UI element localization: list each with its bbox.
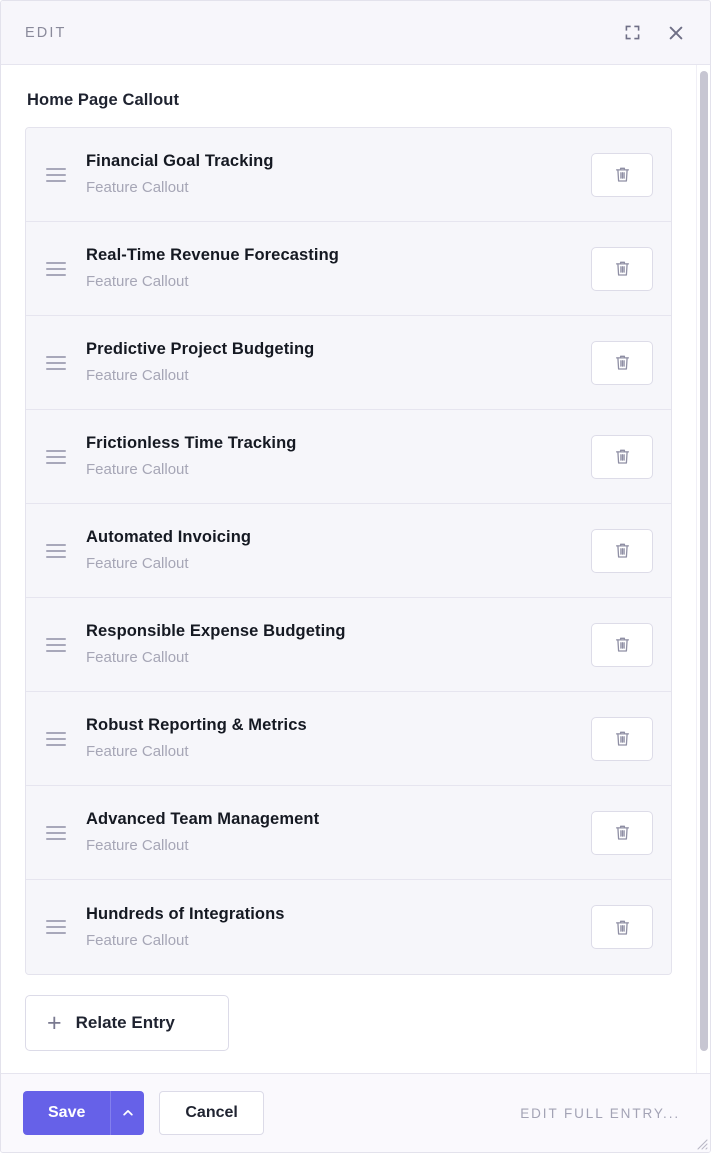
related-entry-title: Hundreds of Integrations <box>86 904 285 923</box>
related-entry-text: Robust Reporting & Metrics Feature Callou… <box>70 715 591 762</box>
related-entry-title: Automated Invoicing <box>86 528 252 547</box>
related-entry-row[interactable]: Real-Time Revenue Forecasting Feature Cal… <box>26 222 671 316</box>
drag-handle-icon[interactable] <box>42 637 70 652</box>
related-entry-subtitle: Feature Callout <box>86 461 189 479</box>
drag-handle-icon[interactable] <box>42 731 70 746</box>
related-entry-text: Advanced Team Management Feature Callout <box>70 809 591 856</box>
related-entry-text: Automated Invoicing Feature Callout <box>70 527 591 574</box>
drag-handle-icon[interactable] <box>42 355 70 370</box>
panel-body: Home Page Callout Financial Goal Trackin… <box>1 65 710 1074</box>
drag-handle-icon[interactable] <box>42 449 70 464</box>
delete-entry-button[interactable] <box>591 152 653 197</box>
vertical-scrollbar[interactable] <box>696 65 710 1073</box>
related-entry-text: Financial Goal Tracking Feature Callout <box>70 151 591 198</box>
delete-entry-button[interactable] <box>591 810 653 855</box>
trash-icon <box>615 637 629 652</box>
related-entry-row[interactable]: Advanced Team Management Feature Callout <box>26 786 671 880</box>
delete-entry-button[interactable] <box>591 905 653 949</box>
field-label: Home Page Callout <box>27 91 180 109</box>
related-entry-text: Frictionless Time Tracking Feature Callou… <box>70 433 591 480</box>
related-entry-row[interactable]: Robust Reporting & Metrics Feature Callou… <box>26 692 671 786</box>
related-entry-subtitle: Feature Callout <box>86 743 189 761</box>
related-entry-subtitle: Feature Callout <box>86 367 189 385</box>
related-entry-subtitle: Feature Callout <box>86 931 189 949</box>
related-entry-title: Financial Goal Tracking <box>86 152 274 171</box>
relate-entry-button[interactable]: + Relate Entry <box>25 995 229 1051</box>
related-entry-title: Responsible Expense Budgeting <box>86 622 346 641</box>
relate-entry-label: Relate Entry <box>75 1013 175 1032</box>
drag-handle-icon[interactable] <box>42 261 70 276</box>
resize-grip-icon[interactable] <box>692 1134 708 1150</box>
related-entry-title: Robust Reporting & Metrics <box>86 716 307 735</box>
trash-icon <box>615 825 629 840</box>
related-entry-text: Predictive Project Budgeting Feature Call… <box>70 339 591 386</box>
related-entry-title: Frictionless Time Tracking <box>86 434 297 453</box>
save-button[interactable]: Save <box>23 1091 111 1135</box>
drag-handle-icon[interactable] <box>42 825 70 840</box>
delete-entry-button[interactable] <box>591 340 653 385</box>
related-entry-subtitle: Feature Callout <box>86 179 189 197</box>
related-entry-subtitle: Feature Callout <box>86 273 189 291</box>
close-icon[interactable] <box>663 20 689 46</box>
trash-icon <box>615 355 629 370</box>
scrollbar-thumb[interactable] <box>700 71 708 1051</box>
panel-footer: Save Cancel EDIT FULL ENTRY... <box>1 1074 710 1152</box>
trash-icon <box>615 543 629 558</box>
related-entry-subtitle: Feature Callout <box>86 649 189 667</box>
edit-panel: EDIT Home Page Callout Financial Goal Tr… <box>0 0 711 1153</box>
delete-entry-button[interactable] <box>591 434 653 479</box>
trash-icon <box>615 731 629 746</box>
plus-icon: + <box>47 1008 62 1037</box>
delete-entry-button[interactable] <box>591 246 653 291</box>
related-entry-title: Real-Time Revenue Forecasting <box>86 246 339 265</box>
panel-title: EDIT <box>25 24 67 41</box>
related-entry-row[interactable]: Hundreds of Integrations Feature Callout <box>26 880 671 974</box>
related-entry-subtitle: Feature Callout <box>86 837 189 855</box>
related-entry-row[interactable]: Frictionless Time Tracking Feature Callou… <box>26 410 671 504</box>
related-entry-subtitle: Feature Callout <box>86 555 189 573</box>
related-entries-list: Financial Goal Tracking Feature Callout Re… <box>25 127 672 975</box>
related-entry-text: Responsible Expense Budgeting Feature Cal… <box>70 621 591 668</box>
panel-header: EDIT <box>1 1 710 65</box>
related-entry-row[interactable]: Automated Invoicing Feature Callout <box>26 504 671 598</box>
delete-entry-button[interactable] <box>591 528 653 573</box>
drag-handle-icon[interactable] <box>42 920 70 934</box>
related-entry-title: Predictive Project Budgeting <box>86 340 315 359</box>
related-entry-title: Advanced Team Management <box>86 810 320 829</box>
trash-icon <box>615 920 629 935</box>
trash-icon <box>615 261 629 276</box>
trash-icon <box>615 449 629 464</box>
drag-handle-icon[interactable] <box>42 167 70 182</box>
edit-full-entry-link[interactable]: EDIT FULL ENTRY... <box>520 1106 686 1121</box>
related-entry-text: Real-Time Revenue Forecasting Feature Cal… <box>70 245 591 292</box>
related-entry-row[interactable]: Financial Goal Tracking Feature Callout <box>26 128 671 222</box>
chevron-up-icon[interactable] <box>110 1091 145 1135</box>
delete-entry-button[interactable] <box>591 622 653 667</box>
expand-fullscreen-icon[interactable] <box>619 20 645 46</box>
save-split-button: Save <box>23 1091 145 1135</box>
related-entry-text: Hundreds of Integrations Feature Callout <box>70 904 591 951</box>
delete-entry-button[interactable] <box>591 716 653 761</box>
drag-handle-icon[interactable] <box>42 543 70 558</box>
cancel-button[interactable]: Cancel <box>159 1091 264 1135</box>
field-container: Home Page Callout Financial Goal Trackin… <box>1 65 696 1073</box>
related-entry-row[interactable]: Predictive Project Budgeting Feature Call… <box>26 316 671 410</box>
trash-icon <box>615 167 629 182</box>
related-entry-row[interactable]: Responsible Expense Budgeting Feature Cal… <box>26 598 671 692</box>
header-actions <box>619 20 689 46</box>
